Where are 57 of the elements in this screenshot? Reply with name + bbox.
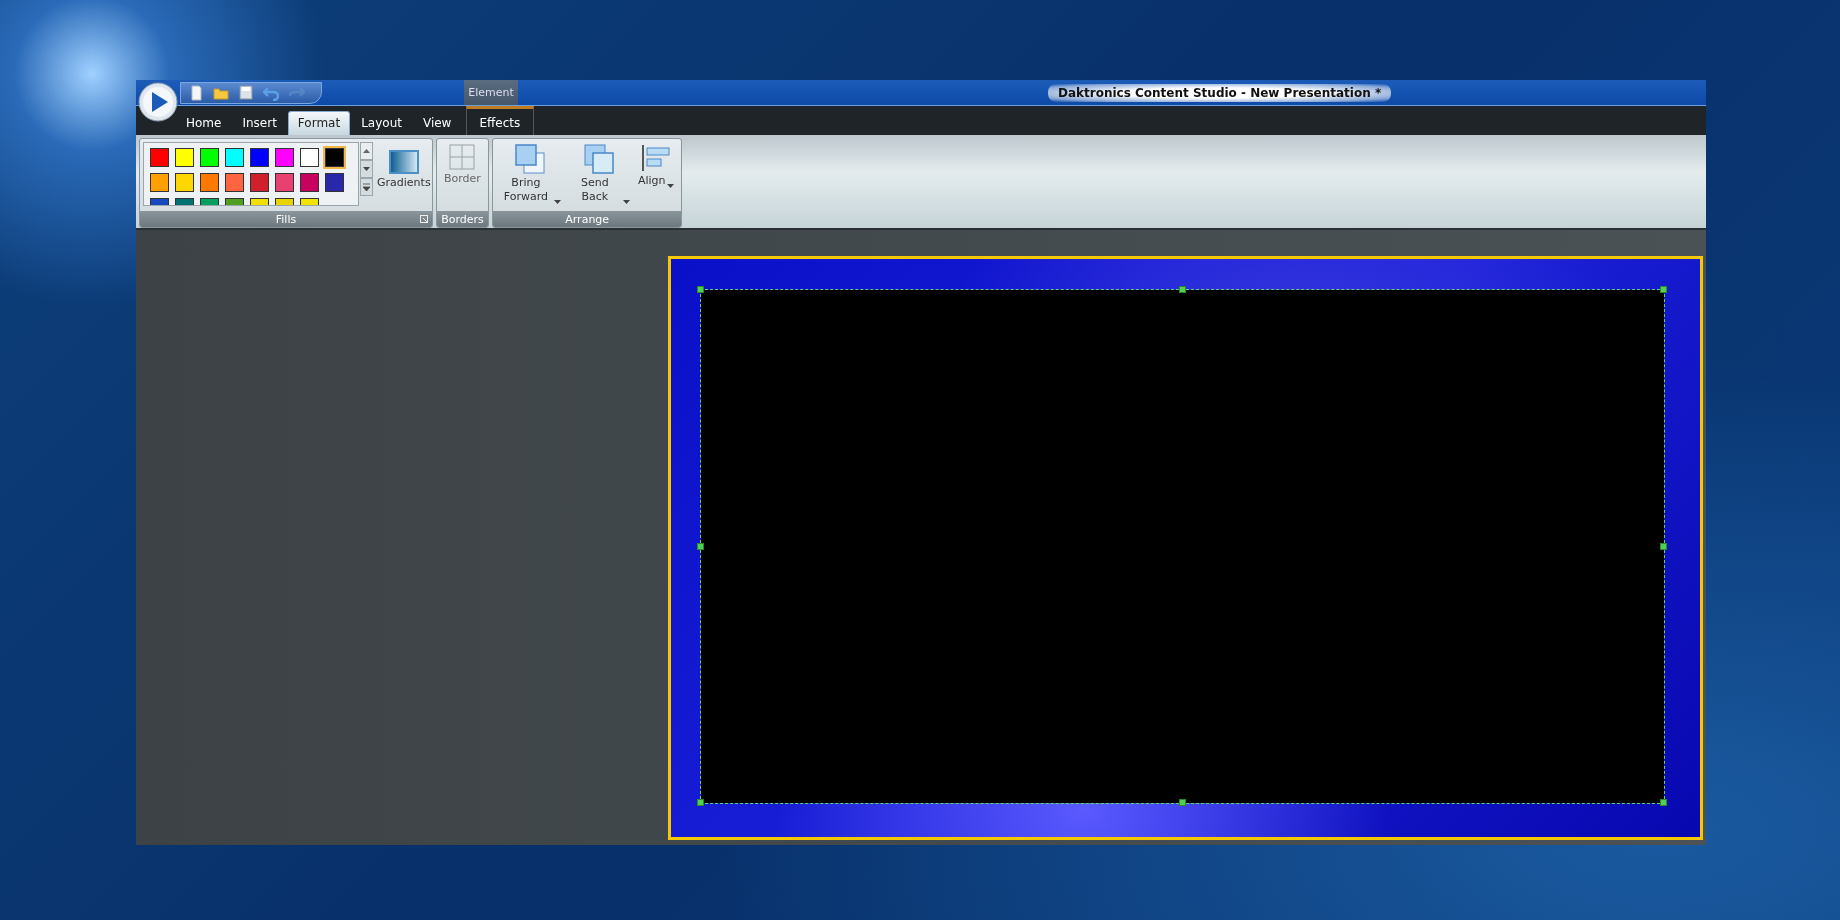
back-button[interactable]: Send Back (564, 142, 634, 206)
ribbon-tab[interactable]: Insert (232, 111, 287, 135)
gradient-swatch-icon (388, 150, 419, 174)
resize-handle[interactable] (1178, 799, 1186, 806)
new-document-icon[interactable] (189, 84, 203, 101)
bring-forward-icon (515, 144, 546, 174)
color-swatch[interactable] (325, 148, 344, 167)
align-button[interactable]: Align (633, 142, 679, 190)
folder-icon[interactable] (213, 85, 229, 100)
group-label: Arrange (565, 212, 610, 226)
resize-handle[interactable] (697, 286, 704, 293)
ribbon-tab[interactable]: Format (287, 111, 351, 135)
play-logo-icon[interactable] (138, 82, 178, 122)
contextual-group-label: Element (468, 86, 514, 99)
resize-handle[interactable] (697, 542, 704, 550)
color-swatch[interactable] (200, 148, 219, 167)
ribbon-tab[interactable]: Home (176, 111, 232, 135)
more-button[interactable] (360, 178, 373, 196)
color-swatch[interactable] (225, 148, 244, 167)
group-label: Fills (275, 212, 297, 226)
resize-handle[interactable] (1660, 286, 1667, 293)
border-grid-icon (449, 144, 476, 170)
send-back-icon (584, 144, 615, 174)
color-swatch[interactable] (225, 173, 244, 192)
resize-handle[interactable] (1660, 799, 1667, 806)
dialog-launcher-icon[interactable] (420, 215, 428, 223)
slide-canvas[interactable] (668, 256, 1703, 840)
group-label: Borders (441, 212, 484, 226)
color-swatch[interactable] (250, 148, 269, 167)
color-swatch[interactable] (275, 173, 294, 192)
undo-icon[interactable] (263, 84, 279, 101)
color-swatch[interactable] (250, 173, 269, 192)
save-icon[interactable] (239, 85, 253, 100)
color-swatch[interactable] (300, 148, 319, 167)
color-swatch[interactable] (175, 173, 194, 192)
scroll-up-button[interactable] (360, 142, 373, 160)
color-swatch[interactable] (200, 173, 219, 192)
resize-handle[interactable] (697, 799, 704, 806)
border-button[interactable]: Border (440, 142, 485, 188)
color-swatch[interactable] (325, 173, 344, 192)
color-swatch[interactable] (150, 148, 169, 167)
scroll-down-button[interactable] (360, 160, 373, 178)
color-swatch[interactable] (275, 148, 294, 167)
color-swatch[interactable] (300, 173, 319, 192)
align-left-icon (641, 144, 672, 172)
gradients-button[interactable]: Gradients (373, 148, 432, 192)
ribbon-tab[interactable]: Layout (351, 111, 412, 135)
caret-icon (553, 200, 561, 204)
ribbon-tab[interactable]: View (412, 111, 462, 135)
caret-icon (667, 184, 675, 188)
resize-handle[interactable] (1660, 542, 1667, 550)
window-title: Daktronics Content Studio - New Presentation * (1048, 83, 1392, 102)
caret-icon (622, 200, 630, 204)
resize-handle[interactable] (1178, 286, 1186, 293)
color-swatch[interactable] (175, 148, 194, 167)
forward-button[interactable]: Bring Forward (495, 142, 565, 206)
color-swatch[interactable] (150, 173, 169, 192)
